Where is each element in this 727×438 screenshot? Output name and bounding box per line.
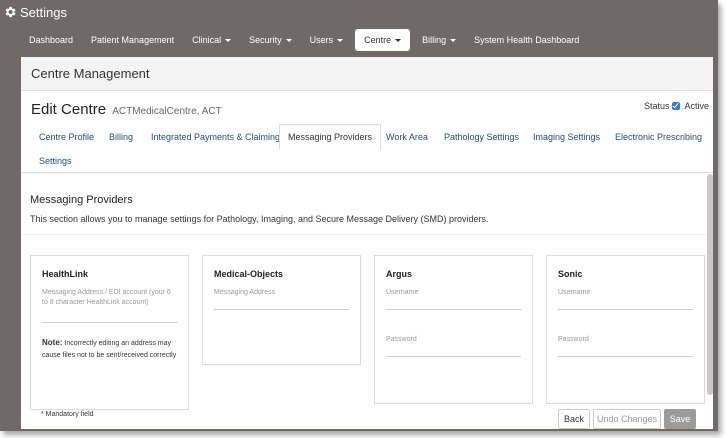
sonic-password-input[interactable] bbox=[558, 345, 693, 356]
argus-card: Argus Username Password bbox=[374, 255, 533, 404]
save-button[interactable]: Save bbox=[664, 409, 696, 429]
window-titlebar: Settings bbox=[0, 0, 718, 24]
argus-username-label: Username bbox=[386, 289, 419, 296]
healthlink-title: HealthLink bbox=[42, 269, 89, 279]
tab-settings[interactable]: Settings bbox=[39, 149, 72, 173]
centre-management-panel: Centre Management Edit Centre ACTMedical… bbox=[21, 57, 713, 429]
app-window: Settings Dashboard Patient Management Cl… bbox=[0, 0, 718, 431]
argus-password-label: Password bbox=[386, 336, 417, 343]
tab-pathology-settings[interactable]: Pathology Settings bbox=[444, 125, 519, 149]
nav-label: System Health Dashboard bbox=[474, 35, 580, 45]
argus-title: Argus bbox=[386, 269, 413, 279]
content-scrollbar[interactable] bbox=[707, 174, 713, 395]
nav-security[interactable]: Security bbox=[240, 29, 301, 51]
nav-label: Billing bbox=[422, 35, 447, 45]
tab-work-area[interactable]: Work Area bbox=[386, 125, 428, 149]
argus-password-underline bbox=[386, 356, 521, 357]
nav-label: Security bbox=[249, 35, 282, 45]
section-divider bbox=[21, 234, 707, 235]
undo-changes-button[interactable]: Undo Changes bbox=[593, 409, 661, 429]
messaging-address-input[interactable] bbox=[214, 298, 349, 309]
healthlink-input-underline bbox=[42, 322, 177, 323]
argus-password-input[interactable] bbox=[386, 345, 521, 356]
tab-imaging-settings[interactable]: Imaging Settings bbox=[533, 125, 600, 149]
sonic-password-label: Password bbox=[558, 336, 589, 343]
status-control: Status Active bbox=[644, 101, 709, 111]
tab-integrated-payments[interactable]: Integrated Payments & Claiming bbox=[151, 125, 280, 149]
panel-header: Centre Management bbox=[21, 57, 713, 91]
nav-label: Dashboard bbox=[29, 35, 74, 45]
nav-label: Users bbox=[309, 35, 334, 45]
status-value: Active bbox=[684, 101, 709, 111]
gear-icon bbox=[5, 6, 16, 18]
main-nav: Dashboard Patient Management Clinical Se… bbox=[20, 29, 588, 51]
nav-centre[interactable]: Centre bbox=[355, 29, 411, 51]
page-title: Edit Centre ACTMedicalCentre, ACT bbox=[31, 101, 222, 118]
sonic-username-input[interactable] bbox=[558, 298, 693, 309]
centre-tabs: Centre Profile Billing Integrated Paymen… bbox=[21, 123, 713, 173]
healthlink-card: HealthLink Messaging Address / EDI accou… bbox=[30, 255, 189, 410]
messaging-address-underline bbox=[214, 309, 349, 310]
medical-objects-title: Medical-Objects bbox=[214, 269, 284, 279]
section-title: Messaging Providers bbox=[30, 194, 133, 206]
caret-down-icon bbox=[225, 38, 232, 42]
tab-centre-profile[interactable]: Centre Profile bbox=[39, 125, 94, 149]
medical-objects-card: Medical-Objects Messaging Address bbox=[202, 255, 361, 365]
sonic-password-underline bbox=[558, 356, 693, 357]
nav-system-health-dashboard[interactable]: System Health Dashboard bbox=[465, 29, 588, 51]
sonic-title: Sonic bbox=[558, 269, 583, 279]
window-title: Settings bbox=[20, 4, 67, 20]
nav-label: Centre bbox=[364, 35, 392, 45]
healthlink-address-input[interactable] bbox=[42, 308, 177, 322]
medical-objects-field-label: Messaging Address bbox=[214, 289, 276, 296]
healthlink-note: Note: Incorrectly editing an address may… bbox=[42, 337, 177, 362]
tab-messaging-providers[interactable]: Messaging Providers bbox=[279, 124, 382, 150]
argus-username-underline bbox=[386, 309, 521, 310]
sonic-card: Sonic Username Password bbox=[546, 255, 705, 404]
mandatory-note: * Mandatory field bbox=[41, 411, 94, 418]
nav-dashboard[interactable]: Dashboard bbox=[20, 29, 82, 51]
note-label: Note: bbox=[42, 338, 63, 347]
tab-billing[interactable]: Billing bbox=[109, 125, 133, 149]
edit-title-text: Edit Centre bbox=[31, 101, 107, 118]
edit-subtitle: ACTMedicalCentre, ACT bbox=[112, 106, 222, 117]
sonic-username-underline bbox=[558, 309, 693, 310]
nav-label: Patient Management bbox=[91, 35, 175, 45]
caret-down-icon bbox=[395, 38, 402, 42]
nav-clinical[interactable]: Clinical bbox=[183, 29, 240, 51]
nav-label: Clinical bbox=[192, 35, 222, 45]
nav-billing[interactable]: Billing bbox=[413, 29, 465, 51]
nav-patient-management[interactable]: Patient Management bbox=[82, 29, 183, 51]
nav-users[interactable]: Users bbox=[301, 29, 353, 51]
caret-down-icon bbox=[450, 38, 457, 42]
status-label: Status bbox=[643, 101, 670, 111]
section-description: This section allows you to manage settin… bbox=[30, 214, 489, 224]
note-text: Incorrectly editing an address may cause… bbox=[42, 340, 177, 359]
tab-electronic-prescribing[interactable]: Electronic Prescribing bbox=[615, 125, 702, 149]
back-button[interactable]: Back bbox=[558, 409, 590, 429]
caret-down-icon bbox=[337, 38, 344, 42]
caret-down-icon bbox=[285, 38, 292, 42]
messaging-providers-content: Messaging Providers This section allows … bbox=[21, 174, 713, 429]
healthlink-field-label: Messaging Address / EDI account (your 6 … bbox=[42, 289, 171, 306]
status-checkbox[interactable] bbox=[672, 102, 681, 110]
sonic-username-label: Username bbox=[558, 289, 591, 296]
argus-username-input[interactable] bbox=[386, 298, 521, 309]
